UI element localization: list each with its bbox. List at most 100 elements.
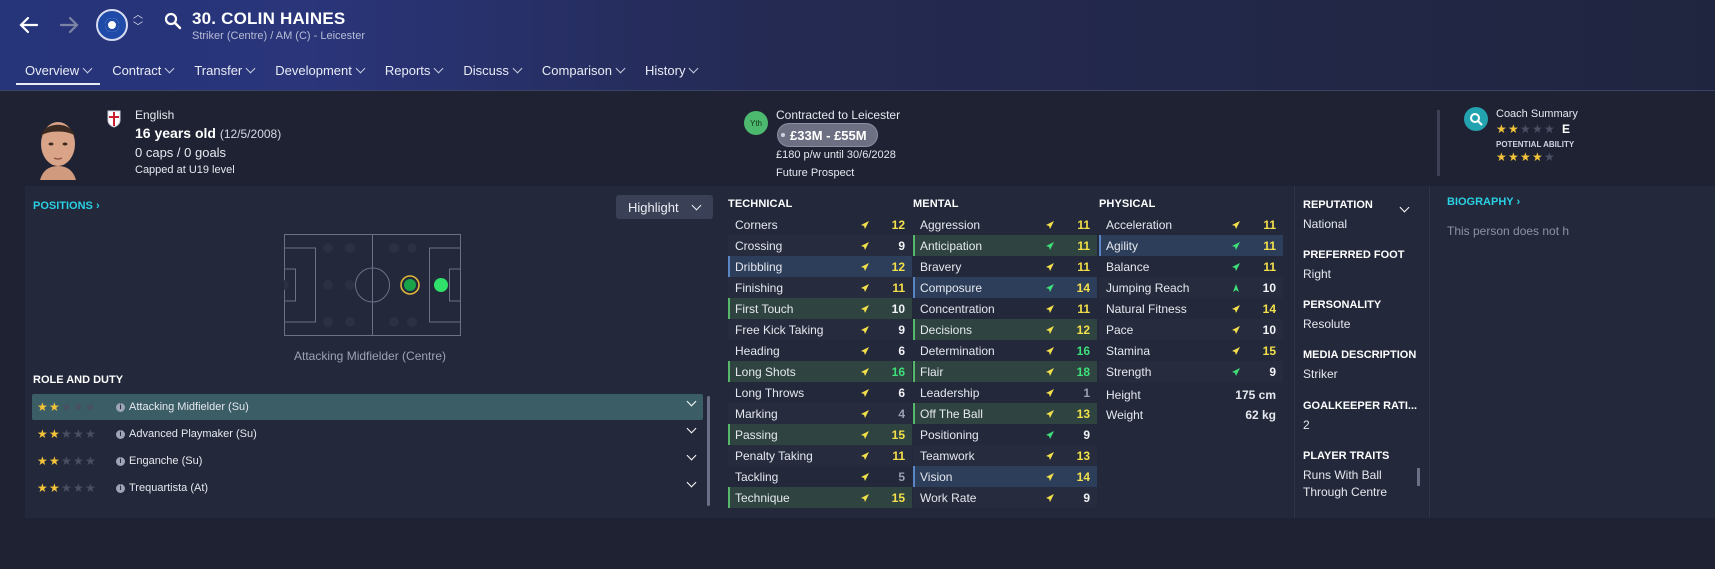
chevron-down-icon[interactable] xyxy=(686,396,697,407)
tab-overview[interactable]: Overview xyxy=(16,58,101,85)
tab-discuss[interactable]: Discuss xyxy=(454,58,530,82)
info-icon[interactable]: i xyxy=(116,456,125,466)
media-value: Striker xyxy=(1303,367,1338,381)
tab-history[interactable]: History xyxy=(636,58,706,82)
trend-arrow-icon xyxy=(1046,452,1054,460)
highlight-dropdown[interactable]: Highlight xyxy=(616,195,713,219)
chevron-down-icon[interactable] xyxy=(686,450,697,461)
attribute-row[interactable]: Teamwork 13 xyxy=(913,445,1097,466)
technical-rows: Corners 12 Crossing 9 Dribbling 12 Finishing 11… xyxy=(728,214,912,508)
attribute-row[interactable]: Aggression 11 xyxy=(913,214,1097,235)
attribute-value: 11 xyxy=(1263,238,1276,253)
attribute-row[interactable]: Corners 12 xyxy=(728,214,912,235)
back-button[interactable] xyxy=(14,10,44,40)
attribute-row[interactable]: Passing 15 xyxy=(728,424,912,445)
attribute-row[interactable]: Anticipation 11 xyxy=(913,235,1097,256)
attribute-value: 9 xyxy=(898,238,905,253)
attribute-row[interactable]: Concentration 11 xyxy=(913,298,1097,319)
header-bar: ︿ ﹀ 30. COLIN HAINES Striker (Centre) / A… xyxy=(0,0,1715,91)
chevron-down-icon[interactable] xyxy=(686,477,697,488)
age: 16 years old (12/5/2008) xyxy=(135,125,281,141)
attribute-row[interactable]: Finishing 11 xyxy=(728,277,912,298)
chevron-down-icon xyxy=(355,63,366,73)
positions-link[interactable]: POSITIONS › xyxy=(33,200,100,212)
attribute-row[interactable]: Stamina 15 xyxy=(1099,340,1283,361)
chevron-down-icon xyxy=(433,63,444,73)
attribute-row[interactable]: Determination 16 xyxy=(913,340,1097,361)
attribute-row[interactable]: First Touch 10 xyxy=(728,298,912,319)
transfer-value-pill[interactable]: £33M - £55M xyxy=(778,124,877,146)
attribute-row[interactable]: Leadership 1 xyxy=(913,382,1097,403)
chevron-down-icon[interactable] xyxy=(686,423,697,434)
attribute-row[interactable]: Marking 4 xyxy=(728,403,912,424)
attribute-row[interactable]: Work Rate 9 xyxy=(913,487,1097,508)
attribute-row[interactable]: Composure 14 xyxy=(913,277,1097,298)
attribute-row[interactable]: Pace 10 xyxy=(1099,319,1283,340)
attribute-value: 11 xyxy=(1077,238,1090,253)
magnifier-icon[interactable] xyxy=(1464,107,1488,131)
attribute-value: 15 xyxy=(891,427,905,442)
trend-arrow-icon xyxy=(861,452,869,460)
role-row[interactable]: ★ ★ ★ ★ ★ i Attacking Midfielder (Su) xyxy=(32,394,703,420)
info-icon[interactable]: i xyxy=(116,483,125,493)
player-subtitle: Striker (Centre) / AM (C) - Leicester xyxy=(192,30,365,42)
trend-arrow-icon xyxy=(1046,473,1054,481)
attribute-row[interactable]: Flair 18 xyxy=(913,361,1097,382)
attribute-row[interactable]: Long Shots 16 xyxy=(728,361,912,382)
club-crest-icon[interactable] xyxy=(96,9,128,41)
attribute-row[interactable]: Crossing 9 xyxy=(728,235,912,256)
tab-transfer[interactable]: Transfer xyxy=(185,58,263,82)
attribute-row[interactable]: Balance 11 xyxy=(1099,256,1283,277)
attribute-row[interactable]: Agility 11 xyxy=(1099,235,1283,256)
search-icon[interactable] xyxy=(164,12,182,33)
trend-arrow-icon xyxy=(861,326,869,334)
secondary-position-dot xyxy=(404,279,416,291)
tab-comparison[interactable]: Comparison xyxy=(533,58,633,82)
attribute-value: 11 xyxy=(1263,259,1276,274)
info-icon[interactable]: i xyxy=(116,402,125,412)
info-icon[interactable]: i xyxy=(116,429,125,439)
attribute-row[interactable]: Free Kick Taking 9 xyxy=(728,319,912,340)
biography-link[interactable]: BIOGRAPHY › xyxy=(1447,196,1520,208)
attribute-row[interactable]: Long Throws 6 xyxy=(728,382,912,403)
star-icon: ★ xyxy=(1520,122,1531,136)
role-name: Attacking Midfielder (Su) xyxy=(129,401,249,413)
chevron-down-icon[interactable] xyxy=(1399,202,1410,213)
attribute-row[interactable]: Heading 6 xyxy=(728,340,912,361)
personality-label: PERSONALITY xyxy=(1303,299,1382,311)
role-list: ★ ★ ★ ★ ★ i Attacking Midfielder (Su) ★ ★ ★ ★ ★ … xyxy=(32,394,703,502)
role-row[interactable]: ★ ★ ★ ★ ★ i Trequartista (At) xyxy=(32,475,703,501)
attribute-value: 6 xyxy=(898,343,905,358)
attribute-row[interactable]: Tackling 5 xyxy=(728,466,912,487)
attribute-value: 18 xyxy=(1076,364,1090,379)
prospect-status: Future Prospect xyxy=(776,167,855,179)
role-row[interactable]: ★ ★ ★ ★ ★ i Advanced Playmaker (Su) xyxy=(32,421,703,447)
attribute-row[interactable]: Penalty Taking 11 xyxy=(728,445,912,466)
attribute-row[interactable]: Positioning 9 xyxy=(913,424,1097,445)
roles-scrollbar[interactable] xyxy=(707,396,710,506)
tab-label: Reports xyxy=(384,62,431,78)
personality-value: Resolute xyxy=(1303,317,1351,331)
attribute-row[interactable]: Strength 9 xyxy=(1099,361,1283,382)
attribute-value: 12 xyxy=(891,259,905,274)
attribute-row[interactable]: Decisions 12 xyxy=(913,319,1097,340)
tab-development[interactable]: Development xyxy=(266,58,373,82)
attribute-row[interactable]: Natural Fitness 14 xyxy=(1099,298,1283,319)
attribute-value: 6 xyxy=(898,385,905,400)
tab-contract[interactable]: Contract xyxy=(103,58,182,82)
attribute-row[interactable]: Vision 14 xyxy=(913,466,1097,487)
attribute-row[interactable]: Technique 15 xyxy=(728,487,912,508)
tab-reports[interactable]: Reports xyxy=(376,58,452,82)
attribute-value: 14 xyxy=(1076,469,1090,484)
player-switch-chevrons-icon[interactable]: ︿ ﹀ xyxy=(132,10,144,38)
attribute-row[interactable]: Jumping Reach 10 xyxy=(1099,277,1283,298)
player-title: 30. COLIN HAINES xyxy=(192,9,346,28)
attribute-row[interactable]: Bravery 11 xyxy=(913,256,1097,277)
forward-button[interactable] xyxy=(54,10,84,40)
trend-arrow-icon xyxy=(861,368,869,376)
role-row[interactable]: ★ ★ ★ ★ ★ i Enganche (Su) xyxy=(32,448,703,474)
traits-scrollbar[interactable] xyxy=(1417,468,1420,486)
attribute-row[interactable]: Acceleration 11 xyxy=(1099,214,1283,235)
attribute-row[interactable]: Dribbling 12 xyxy=(728,256,912,277)
attribute-row[interactable]: Off The Ball 13 xyxy=(913,403,1097,424)
